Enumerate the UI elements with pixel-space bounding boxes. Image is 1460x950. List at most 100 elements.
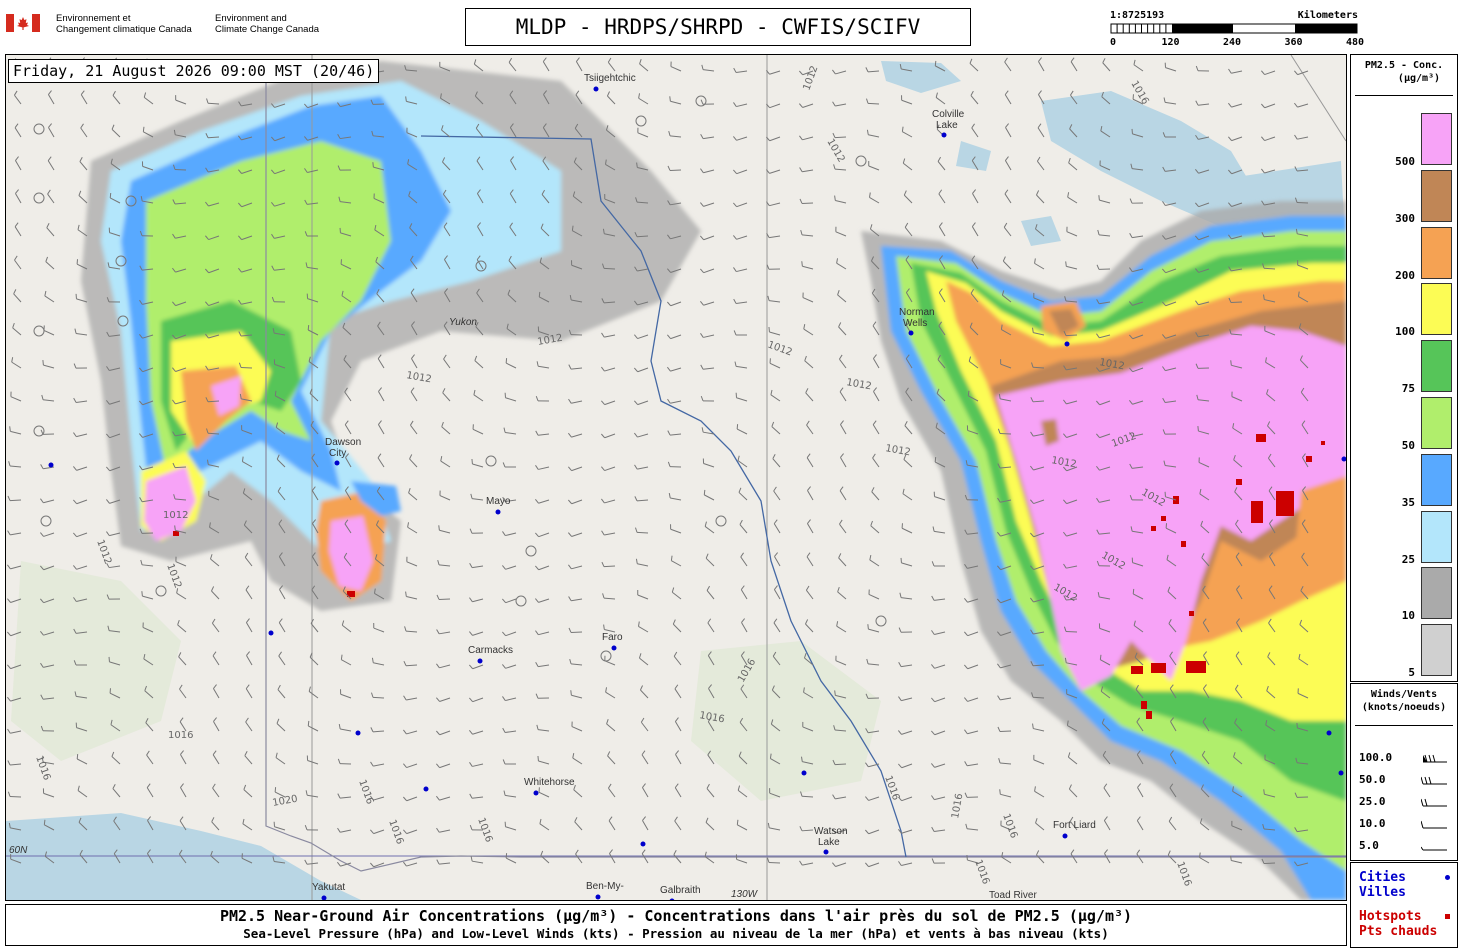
wind-speed-label: 25.0 [1359,795,1386,808]
wind-legend-unit: (knots/noeuds) [1361,702,1447,713]
city-label: Faro [602,632,623,643]
pm25-legend: PM2.5 - Conc. (µg/m³) 500 300 200 100 75 50 35… [1350,54,1458,682]
wind-speed-label: 5.0 [1359,839,1379,852]
pm25-legend-unit: (µg/m³) [1397,73,1441,84]
city-dot-icon [48,462,54,468]
legend-swatch [1421,510,1452,563]
cities-legend: Cities Villes [1359,870,1406,900]
city-dot-icon [941,132,947,138]
wind-speed-label: 100.0 [1359,751,1393,764]
legend-level-label: 25 [1401,552,1415,566]
footer-line-1: PM2.5 Near-Ground Air Concentrations (µg… [219,907,1133,925]
cities-legend-en: Cities [1359,870,1406,885]
scale-tick-label: 360 [1284,37,1303,48]
scale-tick-label: 240 [1223,37,1242,48]
city-label: Toad River [989,890,1037,900]
city-dot-icon [355,730,361,736]
hotspots-legend-fr: Pts chauds [1359,924,1438,939]
footer-line-2: Sea-Level Pressure (hPa) and Low-Level W… [243,926,1109,941]
agency-fr-line-2: Changement climatique Canada [56,24,192,35]
city-dot-icon [801,770,807,776]
agency-en-line-2: Climate Change Canada [215,24,320,35]
city-dot-icon [823,849,829,855]
city-label: Whitehorse [524,777,575,788]
valid-time-label: Friday, 21 August 2026 09:00 MST (20/46) [8,59,380,83]
legend-level-label: 200 [1395,268,1415,282]
city-dot-icon [640,841,646,847]
city-label: Ben-My- [586,881,624,892]
symbol-legend: Cities Villes Hotspots Pts chauds [1350,862,1458,948]
region-label: 130W [731,889,759,900]
legend-level-label: 5 [1408,666,1415,680]
city-label: Dawson [325,437,361,448]
wind-barb-icon [1423,754,1447,763]
city-dot-icon [1338,770,1344,776]
agency-en-line-1: Environment and [215,13,287,24]
city-label: Watson [814,826,848,837]
city-label: Fort Liard [1053,820,1096,831]
legend-swatch [1421,453,1452,506]
hotspots-legend-en: Hotspots [1359,909,1422,924]
city-dot-icon [423,786,429,792]
map-frame[interactable]: 1012 1012 1016 1012 1012 1012 1012 1012 1012 1012… [5,54,1347,901]
legend-swatch [1421,567,1452,620]
legend-swatch [1421,169,1452,222]
city-label: Yakutat [312,882,345,893]
city-dot-icon [477,658,483,664]
city-label: Mayo [486,496,511,507]
map-canvas[interactable]: 1012101210161012 101210121012101210121012… [6,55,1346,900]
legend-level-label: 500 [1395,155,1415,168]
hotspots-legend: Hotspots Pts chauds [1359,909,1437,939]
region-label: 60N [9,845,28,856]
city-dot-icon [334,460,340,466]
city-dot-icon [908,330,914,336]
city-label-line-2: Lake [936,120,958,131]
scale-ratio: 1:8725193 [1110,10,1165,21]
wind-barb-icon [1421,846,1447,851]
wind-barb-icon [1421,820,1447,829]
city-dot-icon [611,645,617,651]
city-dot-icon [533,790,539,796]
scale-bar-graphic [1110,23,1358,34]
city-label: Galbraith [660,885,701,896]
city-dot-icon [268,630,274,636]
wind-barb-icon [1421,798,1447,807]
wind-speed-label: 50.0 [1359,773,1386,786]
legend-level-label: 100 [1395,325,1415,339]
city-label-line-2: City [329,448,346,459]
legend-level-label: 300 [1395,211,1415,225]
legend-swatch [1421,283,1452,336]
city-dot-icon [495,509,501,515]
legend-level-label: 10 [1401,609,1415,623]
region-label: Yukon [449,317,477,328]
city-label: Tsiigehtchic [584,73,636,84]
city-dot-icon [595,894,601,900]
legend-swatch [1421,340,1452,393]
city-dot-icon [1326,730,1332,736]
isobar-label: 1016 [168,730,193,741]
legend-swatch [1421,397,1452,449]
legend-swatch [1421,113,1452,165]
isobar-label: 1012 [163,510,188,521]
wind-legend-title: Winds/Vents [1370,689,1438,700]
legend-level-label: 35 [1401,495,1415,509]
city-label-line-2: Lake [818,837,840,848]
wind-barb-icon [1421,776,1447,785]
wind-speed-label: 10.0 [1359,817,1386,830]
city-label: Carmacks [468,645,513,656]
legend-level-label: 75 [1401,382,1415,396]
city-dot-icon [1062,833,1068,839]
legend-level-label: 50 [1401,439,1415,452]
legend-swatch [1421,226,1452,279]
city-marker: Toad River [989,890,1037,900]
agency-name-english: Environment and Climate Change Canada [215,13,319,35]
city-dot-icon [1445,875,1450,880]
page-title: MLDP - HRDPS/SHRPD - CWFIS/SCIFV [465,8,971,46]
city-label-line-2: Wells [903,318,927,329]
city-label: Colville [932,109,965,120]
scale-bar: 1:8725193 Kilometers 0 120 240 360 480 [1110,10,1364,50]
agency-fr-line-1: Environnement et [56,13,131,24]
city-dot-icon [593,86,599,92]
scale-tick-label: 0 [1110,37,1117,48]
wind-legend: Winds/Vents (knots/noeuds) 100.0 50.0 25.0… [1350,683,1458,861]
